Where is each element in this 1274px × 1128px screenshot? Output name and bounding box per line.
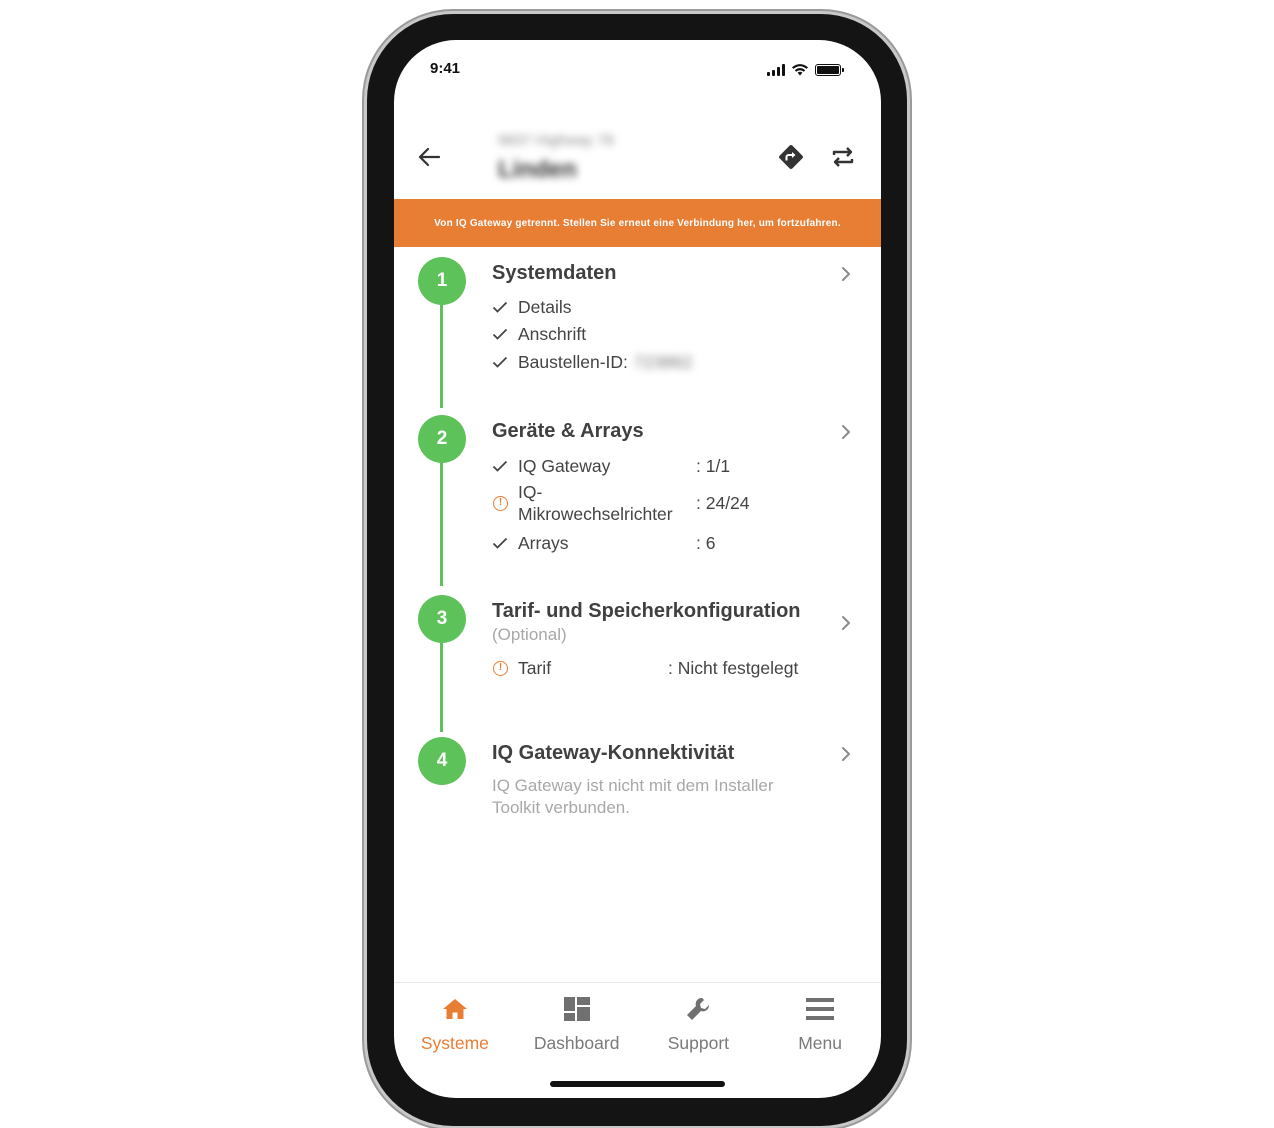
phone-screen: 9:41 9837 Highway 78 Linden Von IQ Gatew…	[394, 40, 881, 1098]
wrench-icon	[683, 995, 713, 1023]
step-4-description-line2: Toolkit verbunden.	[492, 798, 630, 817]
site-id-value: 723862	[633, 351, 693, 372]
status-icons	[767, 63, 844, 76]
chevron-right-icon	[842, 267, 850, 281]
list-item-label: IQ Gateway	[518, 455, 611, 476]
list-item-details: Details	[492, 295, 572, 319]
list-item-label: Baustellen-ID:	[518, 351, 628, 372]
step-4-description-line1: IQ Gateway ist nicht mit dem Installer	[492, 776, 774, 795]
list-item-value: : 6	[696, 532, 716, 553]
list-item-label-line2: Mikrowechselrichter	[518, 504, 673, 524]
step-optional-label: (Optional)	[492, 625, 567, 644]
check-icon	[492, 454, 516, 478]
check-icon	[492, 531, 516, 555]
nav-label: Support	[667, 1033, 730, 1053]
chevron-right-icon	[842, 747, 850, 761]
banner-text: Von IQ Gateway getrennt. Stellen Sie ern…	[434, 217, 841, 229]
list-item-value: : 24/24	[696, 492, 750, 513]
list-item-tarif: ! Tarif : Nicht festgelegt	[492, 656, 798, 680]
chevron-right-icon	[842, 425, 850, 439]
chevron-right-icon	[842, 616, 850, 630]
directions-button[interactable]	[774, 140, 808, 174]
check-icon	[492, 322, 516, 346]
list-item-value: : 1/1	[696, 455, 731, 476]
step-1-chevron-button[interactable]	[838, 264, 854, 284]
dashboard-icon	[562, 995, 592, 1023]
bottom-nav: Systeme Dashboard Support Menu	[394, 983, 881, 1068]
list-item-label: Anschrift	[518, 323, 587, 344]
status-time: 9:41	[430, 60, 461, 77]
home-indicator[interactable]	[550, 1081, 725, 1087]
check-icon	[492, 350, 516, 374]
list-item-iq-gateway: IQ Gateway : 1/1	[492, 454, 730, 478]
nav-label: Systeme	[420, 1033, 489, 1053]
nav-item-support[interactable]: Support	[638, 983, 760, 1068]
warning-icon: !	[492, 656, 516, 680]
warning-icon: !	[492, 491, 516, 515]
sync-icon	[832, 147, 854, 167]
signal-icon	[767, 63, 785, 76]
list-item-mikrowechselrichter: ! IQ- Mikrowechselrichter : 24/24	[492, 481, 750, 525]
step-title-systemdaten[interactable]: Systemdaten	[492, 262, 617, 285]
header-subtitle: 9837 Highway 78	[498, 132, 614, 149]
step-number-2: 2	[418, 415, 466, 463]
back-button[interactable]	[414, 142, 444, 172]
list-item-label: Arrays	[518, 532, 569, 553]
nav-item-systeme[interactable]: Systeme	[394, 983, 516, 1068]
nav-item-dashboard[interactable]: Dashboard	[516, 983, 638, 1068]
step-connector-3-4	[440, 642, 443, 732]
check-icon	[492, 295, 516, 319]
menu-icon	[805, 995, 835, 1023]
step-connector-1-2	[440, 304, 443, 408]
step-title-geraete-arrays[interactable]: Geräte & Arrays	[492, 420, 644, 443]
step-3-chevron-button[interactable]	[838, 613, 854, 633]
list-item-value: : Nicht festgelegt	[668, 657, 799, 678]
header-title: Linden	[498, 156, 577, 183]
list-item-label: Details	[518, 296, 572, 317]
home-icon	[440, 995, 470, 1023]
phone-power-button	[907, 298, 912, 432]
nav-label: Menu	[798, 1033, 843, 1053]
list-item-arrays: Arrays : 6	[492, 531, 715, 555]
sync-button[interactable]	[826, 140, 860, 174]
step-4-chevron-button[interactable]	[838, 744, 854, 764]
step-2-chevron-button[interactable]	[838, 422, 854, 442]
step-connector-2-3	[440, 462, 443, 586]
step-number-3: 3	[418, 595, 466, 643]
list-item-label: Tarif	[518, 657, 552, 678]
directions-icon	[779, 145, 803, 169]
list-item-label-line1: IQ-	[518, 482, 543, 502]
list-item-anschrift: Anschrift	[492, 322, 586, 346]
step-title-tarif-speicher[interactable]: Tarif- und Speicherkonfiguration	[492, 600, 801, 623]
arrow-left-icon	[418, 147, 441, 167]
connection-warning-banner: Von IQ Gateway getrennt. Stellen Sie ern…	[394, 199, 881, 247]
wifi-icon	[792, 64, 808, 76]
list-item-baustellen-id: Baustellen-ID: 723862	[492, 350, 692, 374]
step-number-1: 1	[418, 257, 466, 305]
list-item-label: IQ- Mikrowechselrichter	[518, 481, 673, 525]
step-title-konnektivitaet[interactable]: IQ Gateway-Konnektivität	[492, 742, 734, 765]
step-number-4: 4	[418, 737, 466, 785]
battery-icon	[815, 63, 844, 76]
nav-label: Dashboard	[533, 1033, 620, 1053]
nav-item-menu[interactable]: Menu	[759, 983, 881, 1068]
